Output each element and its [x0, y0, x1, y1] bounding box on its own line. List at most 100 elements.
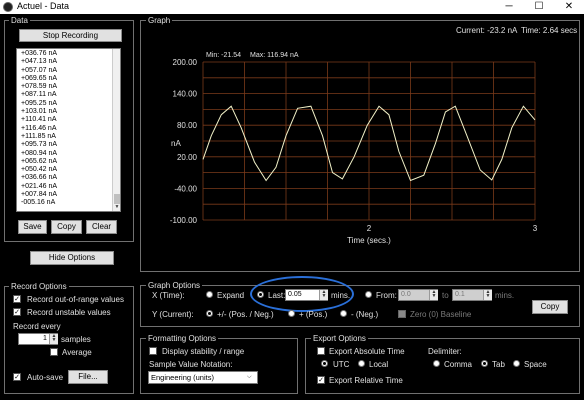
from-minutes-value: 0.0: [401, 291, 411, 298]
samples-value: 1: [43, 335, 47, 342]
display-stability-checkbox[interactable]: [149, 347, 157, 355]
y-tick-label: -100.00: [170, 216, 198, 225]
neg-radio[interactable]: [340, 310, 347, 317]
average-label: Average: [62, 348, 92, 357]
close-button[interactable]: ✕: [558, 0, 580, 14]
comma-label: Comma: [444, 360, 473, 369]
average-checkbox[interactable]: [50, 348, 58, 356]
list-item[interactable]: +036.76 nA: [17, 50, 113, 58]
time-readout: Time: 2.64 secs: [521, 26, 578, 35]
list-item[interactable]: +095.73 nA: [17, 141, 113, 149]
list-item[interactable]: -005.16 nA: [17, 199, 113, 207]
list-item[interactable]: +021.46 nA: [17, 183, 113, 191]
minimize-button[interactable]: ─: [498, 0, 520, 14]
y-tick-label: 20.00: [177, 153, 198, 162]
chart-x-label: Time (secs.): [347, 236, 391, 245]
display-stability-label: Display stability / range: [162, 347, 245, 356]
list-item[interactable]: +047.13 nA: [17, 58, 113, 66]
save-button[interactable]: Save: [18, 220, 47, 234]
record-every-label: Record every: [13, 322, 61, 331]
file-button[interactable]: File...: [68, 370, 108, 384]
pos-neg-radio[interactable]: [206, 310, 213, 317]
formatting-options-legend: Formatting Options: [146, 334, 219, 343]
list-scrollbar[interactable]: ▼: [112, 49, 120, 211]
copy-data-button[interactable]: Copy: [51, 220, 82, 234]
copy-graph-button[interactable]: Copy: [532, 300, 568, 314]
list-item[interactable]: +103.01 nA: [17, 108, 113, 116]
chart-grid: [202, 61, 536, 221]
zero-baseline-label: Zero (0) Baseline: [410, 310, 472, 319]
list-item[interactable]: +116.46 nA: [17, 125, 113, 133]
from-minutes-input[interactable]: 0.0 ▲ ▼: [398, 289, 438, 301]
expand-radio[interactable]: [206, 291, 213, 298]
y-tick-label: -40.00: [174, 184, 197, 193]
x-time-label: X (Time):: [152, 291, 185, 300]
hide-options-button[interactable]: Hide Options: [30, 251, 114, 265]
y-tick-label: 80.00: [177, 121, 198, 130]
list-item[interactable]: +110.41 nA: [17, 116, 113, 124]
record-unstable-checkbox[interactable]: ✓: [13, 308, 21, 316]
pos-radio[interactable]: [288, 310, 295, 317]
list-item[interactable]: +050.42 nA: [17, 166, 113, 174]
notation-select[interactable]: Engineering (units) ⌵: [148, 371, 258, 384]
from-radio[interactable]: [365, 291, 372, 298]
export-absolute-time-checkbox[interactable]: [317, 347, 325, 355]
to-stepper-arrows-icon[interactable]: ▲ ▼: [483, 290, 492, 300]
record-unstable-label: Record unstable values: [27, 308, 111, 317]
stepper-arrows-icon[interactable]: ▲ ▼: [49, 334, 58, 344]
maximize-button[interactable]: ☐: [528, 0, 550, 14]
record-out-of-range-checkbox[interactable]: ✓: [13, 295, 21, 303]
window-title: Actuel - Data: [17, 1, 70, 11]
to-minutes-input[interactable]: 0.1 ▲ ▼: [452, 289, 492, 301]
stop-recording-button[interactable]: Stop Recording: [19, 29, 122, 42]
zero-baseline-checkbox[interactable]: [398, 310, 406, 318]
y-tick-label: 200.00: [173, 58, 198, 67]
from-label: From:: [376, 291, 397, 300]
autosave-checkbox[interactable]: ✓: [13, 373, 21, 381]
autosave-label: Auto-save: [27, 373, 64, 382]
graph-options-legend: Graph Options: [146, 281, 203, 290]
list-item[interactable]: +065.62 nA: [17, 158, 113, 166]
samples-stepper[interactable]: 1 ▲ ▼: [18, 333, 58, 345]
list-item[interactable]: +007.84 nA: [17, 191, 113, 199]
clear-button[interactable]: Clear: [86, 220, 117, 234]
tab-label: Tab: [492, 360, 505, 369]
data-panel-legend: Data: [9, 16, 30, 25]
utc-label: UTC: [333, 360, 350, 369]
data-values-list[interactable]: +036.76 nA +047.13 nA +057.07 nA +069.65 nA…: [16, 48, 121, 212]
export-options-legend: Export Options: [311, 334, 368, 343]
y-tick-label: 140.00: [173, 90, 198, 99]
highlight-ellipse: [250, 276, 354, 312]
list-item[interactable]: +057.07 nA: [17, 67, 113, 75]
list-item[interactable]: +111.85 nA: [17, 133, 113, 141]
local-label: Local: [369, 360, 389, 369]
list-scrollbar-thumb[interactable]: [114, 194, 120, 204]
list-item[interactable]: +069.65 nA: [17, 75, 113, 83]
tab-radio[interactable]: [481, 360, 488, 367]
delimiter-label: Delimiter:: [428, 347, 462, 356]
utc-radio[interactable]: [321, 360, 328, 367]
list-item[interactable]: +078.59 nA: [17, 83, 113, 91]
local-radio[interactable]: [358, 360, 365, 367]
current-chart: 200.00140.0080.0020.00-40.00-100.00 23 n…: [170, 58, 538, 245]
chevron-down-icon: ⌵: [247, 374, 252, 380]
samples-label: samples: [61, 335, 91, 344]
record-options-legend: Record Options: [9, 282, 69, 291]
pos-neg-label: +/- (Pos. / Neg.): [217, 310, 274, 319]
chart-y-label: nA: [171, 139, 181, 148]
list-item[interactable]: +087.11 nA: [17, 91, 113, 99]
record-out-of-range-label: Record out-of-range values: [27, 295, 124, 304]
title-bar: Actuel - Data ─ ☐ ✕: [0, 0, 584, 14]
list-item[interactable]: +036.66 nA: [17, 174, 113, 182]
space-radio[interactable]: [513, 360, 520, 367]
notation-value: Engineering (units): [151, 373, 214, 382]
notation-label: Sample Value Notation:: [149, 360, 233, 369]
export-relative-time-checkbox[interactable]: ✓: [317, 376, 325, 384]
y-current-label: Y (Current):: [152, 310, 194, 319]
expand-label: Expand: [217, 291, 245, 300]
scroll-down-arrow-icon[interactable]: ▼: [114, 204, 120, 210]
list-item[interactable]: +095.25 nA: [17, 100, 113, 108]
from-stepper-arrows-icon[interactable]: ▲ ▼: [429, 290, 438, 300]
comma-radio[interactable]: [433, 360, 440, 367]
list-item[interactable]: +080.94 nA: [17, 150, 113, 158]
